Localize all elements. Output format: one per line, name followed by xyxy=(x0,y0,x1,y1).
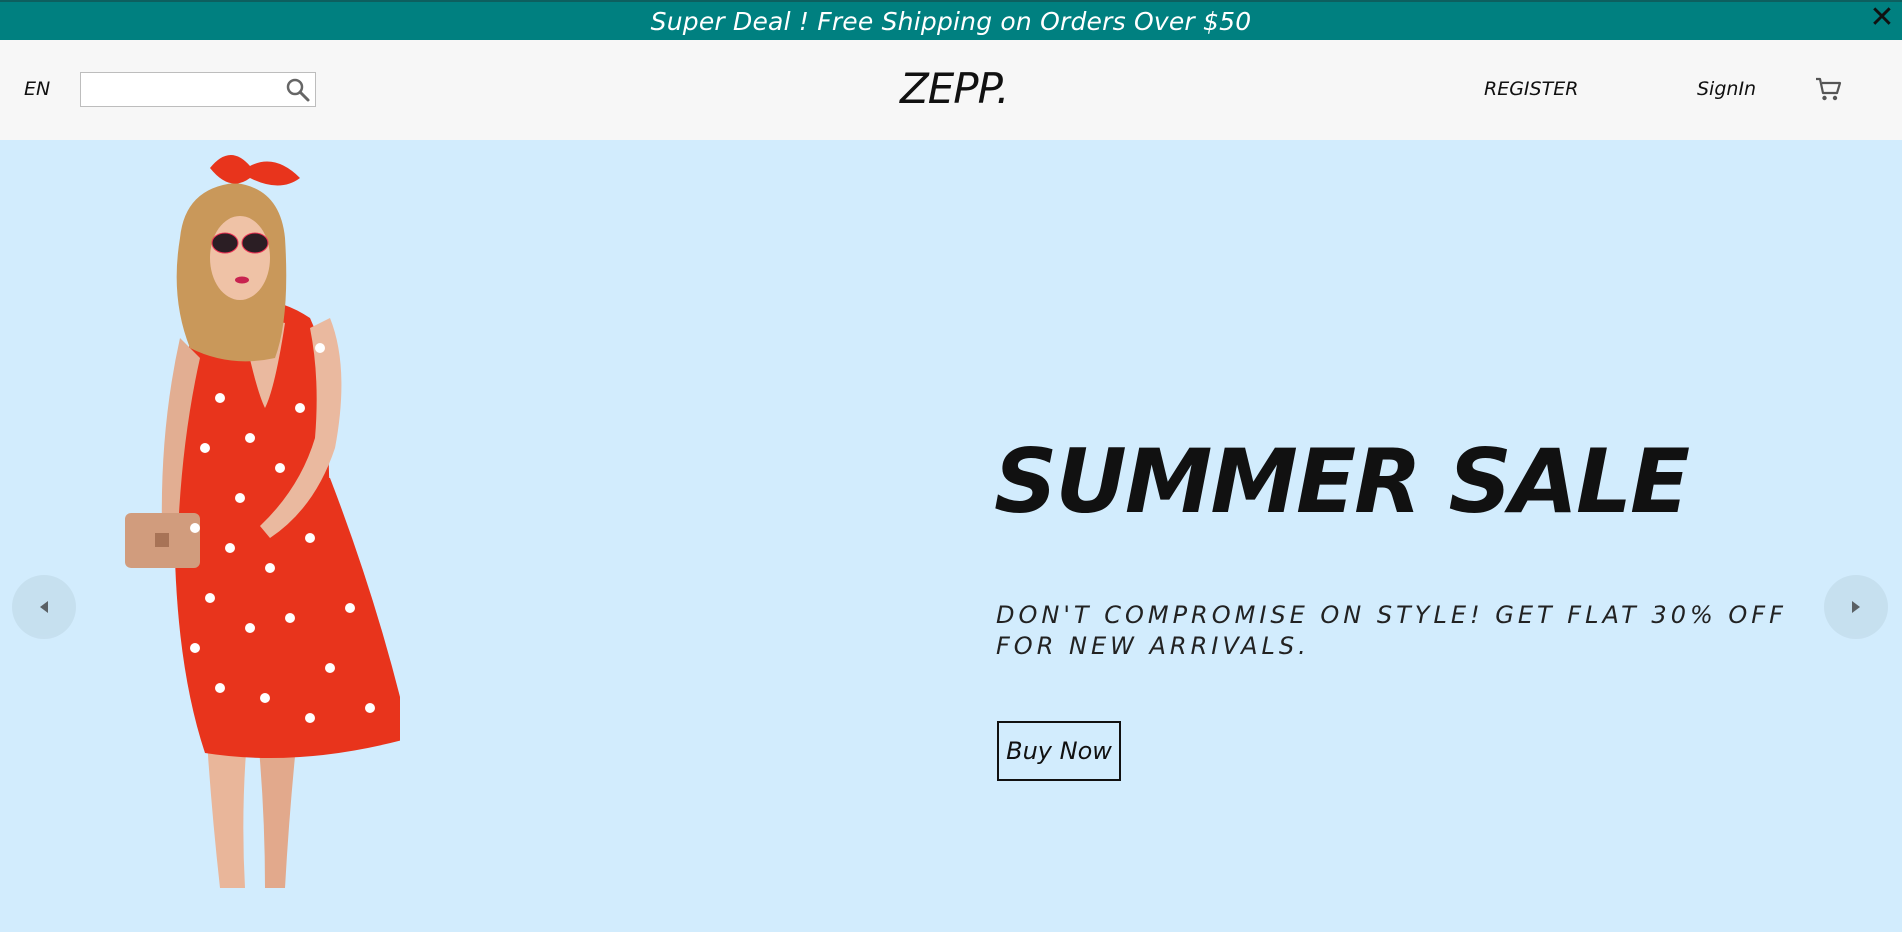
carousel-next-button[interactable] xyxy=(1824,575,1888,639)
arrow-left-icon xyxy=(40,601,48,613)
navbar: EN ZEPP. REGISTER SignIn xyxy=(0,40,1902,140)
cart-icon[interactable] xyxy=(1813,74,1843,104)
hero-image xyxy=(125,154,400,888)
register-link[interactable]: REGISTER xyxy=(1484,78,1578,100)
announcement-bar: Super Deal ! Free Shipping on Orders Ove… xyxy=(0,0,1902,40)
close-icon[interactable]: ✕ xyxy=(1868,3,1896,34)
carousel-prev-button[interactable] xyxy=(12,575,76,639)
hero-banner: SUMMER SALE DON'T COMPROMISE ON STYLE! G… xyxy=(0,140,1902,932)
buy-now-button[interactable]: Buy Now xyxy=(997,721,1121,781)
hero-description: DON'T COMPROMISE ON STYLE! GET FLAT 30% … xyxy=(996,601,1787,660)
search-box xyxy=(80,72,316,107)
search-input[interactable] xyxy=(87,78,277,102)
signin-link[interactable]: SignIn xyxy=(1697,78,1756,100)
language-selector[interactable]: EN xyxy=(24,78,50,100)
site-logo[interactable]: ZEPP. xyxy=(900,64,1010,113)
arrow-right-icon xyxy=(1852,601,1860,613)
search-icon[interactable] xyxy=(285,77,311,103)
hero-title: SUMMER SALE xyxy=(994,430,1690,533)
announcement-text: Super Deal ! Free Shipping on Orders Ove… xyxy=(650,6,1252,36)
